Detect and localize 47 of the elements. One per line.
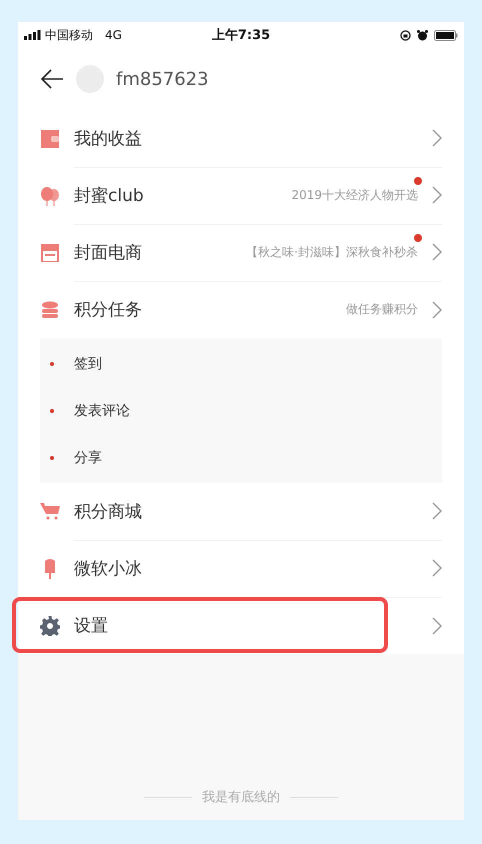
end-of-list-text: 我是有底线的 bbox=[202, 789, 280, 806]
cart-icon bbox=[40, 502, 60, 520]
chevron-right-icon bbox=[432, 243, 442, 261]
chevron-right-icon bbox=[432, 129, 442, 147]
settings-icon bbox=[40, 616, 60, 636]
bullet-icon bbox=[50, 456, 54, 460]
subtask-item[interactable]: 分享 bbox=[40, 434, 442, 481]
rotation-lock-icon bbox=[400, 30, 411, 40]
balloons-icon bbox=[40, 186, 60, 206]
status-time: 上午7:35 bbox=[212, 27, 270, 44]
menu-label: 积分任务 bbox=[74, 299, 143, 321]
menu-subtitle: 做任务赚积分 bbox=[346, 301, 418, 318]
wallet-icon bbox=[41, 130, 59, 148]
menu-item[interactable]: 封面电商 【秋之味·封滋味】深秋食补秒杀 bbox=[18, 224, 464, 281]
bullet-icon bbox=[50, 408, 54, 412]
alarm-icon bbox=[417, 30, 428, 40]
menu-item[interactable]: 设置 bbox=[18, 597, 464, 654]
back-arrow-icon[interactable] bbox=[40, 69, 64, 89]
subtask-item[interactable]: 签到 bbox=[40, 340, 442, 387]
username: fm857623 bbox=[116, 68, 209, 90]
menu-item[interactable]: 我的收益 bbox=[18, 110, 464, 167]
menu-item[interactable]: 积分商城 bbox=[18, 483, 464, 540]
popsicle-icon bbox=[43, 558, 57, 578]
menu-item[interactable]: 积分任务 做任务赚积分 bbox=[18, 281, 464, 338]
menu-item[interactable]: 封蜜club 2019十大经济人物开选 bbox=[18, 167, 464, 224]
storefront-icon bbox=[41, 244, 59, 262]
subtask-item[interactable]: 发表评论 bbox=[40, 387, 442, 434]
menu-label: 我的收益 bbox=[74, 128, 143, 150]
menu-subtitle: 【秋之味·封滋味】深秋食补秒杀 bbox=[246, 244, 418, 260]
chevron-right-icon bbox=[432, 616, 442, 634]
menu-item[interactable]: 微软小冰 bbox=[18, 540, 464, 597]
chevron-right-icon bbox=[432, 559, 442, 577]
signal-icon bbox=[24, 30, 41, 40]
menu-subtitle: 2019十大经济人物开选 bbox=[291, 186, 418, 204]
menu-label: 设置 bbox=[74, 615, 109, 637]
bullet-icon bbox=[50, 362, 54, 366]
chevron-right-icon bbox=[432, 502, 442, 520]
carrier-name: 中国移动 bbox=[45, 26, 93, 44]
menu-label: 封蜜club bbox=[74, 184, 145, 206]
menu-label: 封面电商 bbox=[74, 242, 143, 264]
menu-label: 积分商城 bbox=[74, 500, 143, 522]
menu-label: 微软小冰 bbox=[74, 558, 143, 580]
battery-icon bbox=[434, 30, 458, 40]
coins-icon bbox=[41, 300, 59, 318]
chevron-right-icon bbox=[432, 186, 442, 204]
network-type: 4G bbox=[105, 28, 122, 42]
chevron-right-icon bbox=[432, 300, 442, 318]
